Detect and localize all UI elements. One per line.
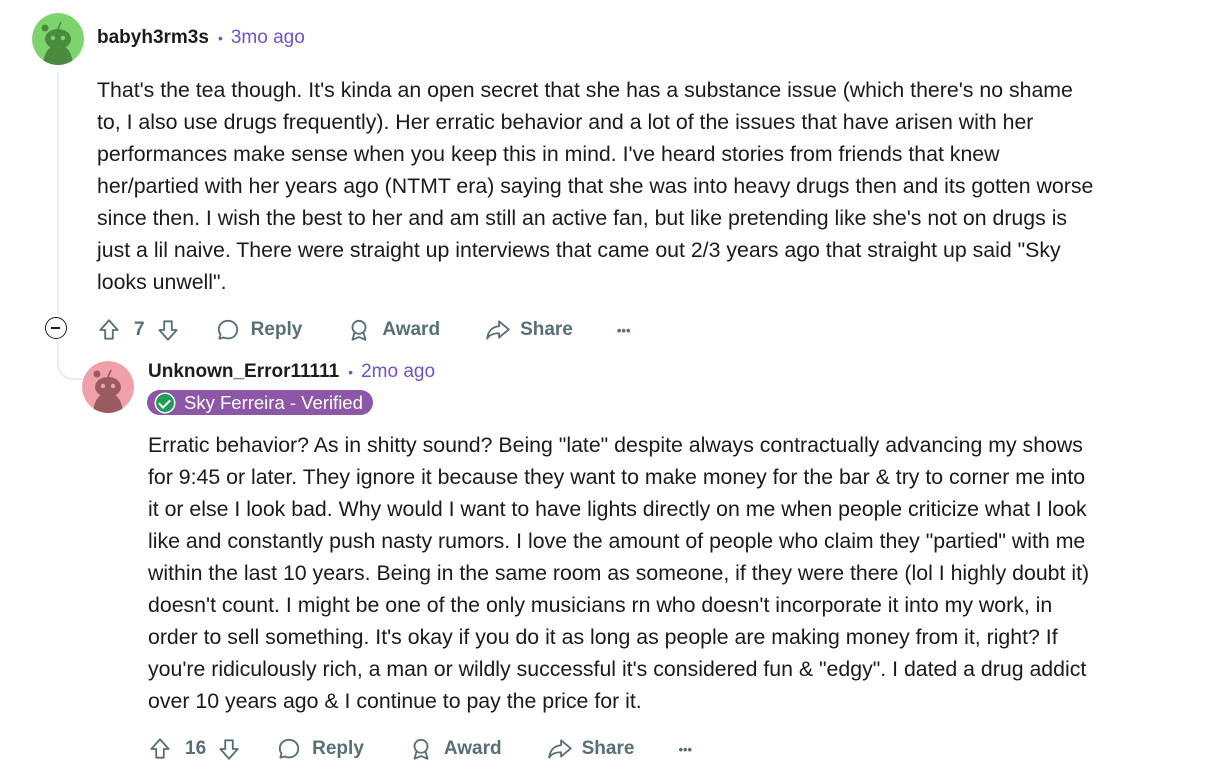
comment-actions: 16 Reply Award Share ••• — [147, 729, 692, 769]
verified-check-icon — [156, 393, 174, 412]
award-button[interactable]: Award — [346, 317, 440, 343]
avatar-babyh3rm3s[interactable] — [32, 13, 84, 65]
award-button[interactable]: Award — [408, 736, 502, 762]
comment-bubble-icon — [279, 738, 300, 759]
comment-line: doesn't count. I might be one of the onl… — [148, 593, 1053, 617]
comment-line: That's the tea though. It's kinda an ope… — [97, 78, 1073, 102]
thread-line — [57, 72, 59, 314]
comment-meta: babyh3rm3s • 3mo ago — [97, 27, 305, 49]
downvote-button[interactable] — [155, 317, 181, 343]
upvote-button[interactable] — [96, 317, 122, 343]
vote-count: 7 — [134, 319, 145, 340]
comment-body: Erratic behavior? As in shitty sound? Be… — [148, 429, 1089, 717]
reply-label: Reply — [312, 738, 364, 759]
downvote-icon — [157, 320, 178, 341]
meta-separator: • — [348, 364, 354, 380]
comment-line: since then. I wish the best to her and a… — [97, 206, 1068, 230]
flair-text: Sky Ferreira - Verified — [184, 391, 363, 413]
comment-line: her/partied with her years ago (NTMT era… — [97, 174, 1094, 198]
username[interactable]: Unknown_Error11111 — [148, 361, 339, 383]
more-options-button[interactable]: ••• — [678, 742, 692, 757]
avatar-unknown-error11111[interactable] — [82, 361, 134, 413]
comment-meta: Unknown_Error11111 • 2mo ago — [148, 361, 435, 383]
collapse-thread-button[interactable] — [45, 317, 67, 339]
comment-line: over 10 years ago & I continue to pay th… — [148, 689, 642, 713]
comment-line: to, I also use drugs frequently). Her er… — [97, 110, 1034, 134]
share-icon — [486, 320, 510, 340]
comment-line: like and constantly push nasty rumors. I… — [148, 529, 1086, 553]
share-icon — [547, 739, 572, 759]
downvote-button[interactable] — [216, 736, 242, 762]
meta-separator: • — [217, 30, 223, 46]
award-label: Award — [382, 319, 441, 340]
share-label: Share — [520, 319, 573, 340]
snoo-avatar-icon — [82, 361, 134, 413]
more-options-button[interactable]: ••• — [617, 323, 631, 338]
user-flair: Sky Ferreira - Verified — [147, 390, 373, 415]
timestamp[interactable]: 2mo ago — [361, 361, 435, 383]
comment-actions: 7 Reply Award Share ••• — [96, 310, 631, 350]
comment-line: you're ridiculously rich, a man or wildl… — [148, 657, 1087, 681]
comment-line: Erratic behavior? As in shitty sound? Be… — [148, 433, 1083, 457]
username[interactable]: babyh3rm3s — [97, 27, 209, 49]
award-icon — [413, 738, 429, 760]
reply-button[interactable]: Reply — [215, 317, 303, 343]
comment-line: for 9:45 or later. They ignore it becaus… — [148, 465, 1086, 489]
reply-label: Reply — [250, 319, 303, 340]
upvote-icon — [150, 738, 170, 759]
comment-body: That's the tea though. It's kinda an ope… — [97, 74, 1093, 298]
reply-button[interactable]: Reply — [276, 736, 364, 762]
upvote-icon — [99, 319, 119, 340]
award-icon — [351, 319, 367, 341]
comment-line: looks unwell". — [97, 270, 227, 294]
share-label: Share — [581, 738, 635, 759]
award-label: Award — [443, 738, 502, 759]
comment-line: performances make sense when you keep th… — [97, 142, 1000, 166]
comment-line: just a lil naive. There were straight up… — [97, 238, 1061, 262]
share-button[interactable]: Share — [546, 736, 635, 762]
timestamp[interactable]: 3mo ago — [231, 27, 305, 49]
comment-line: it or else I look bad. Why would I want … — [148, 497, 1087, 521]
vote-count: 16 — [185, 738, 207, 759]
comment-line: order to sell something. It's okay if yo… — [148, 625, 1058, 649]
share-button[interactable]: Share — [484, 317, 573, 343]
downvote-icon — [219, 739, 239, 760]
comment-bubble-icon — [217, 319, 238, 340]
comment-line: within the last 10 years. Being in the s… — [148, 561, 1090, 585]
thread-connector — [57, 342, 85, 380]
snoo-avatar-icon — [32, 13, 84, 65]
upvote-button[interactable] — [147, 736, 173, 762]
